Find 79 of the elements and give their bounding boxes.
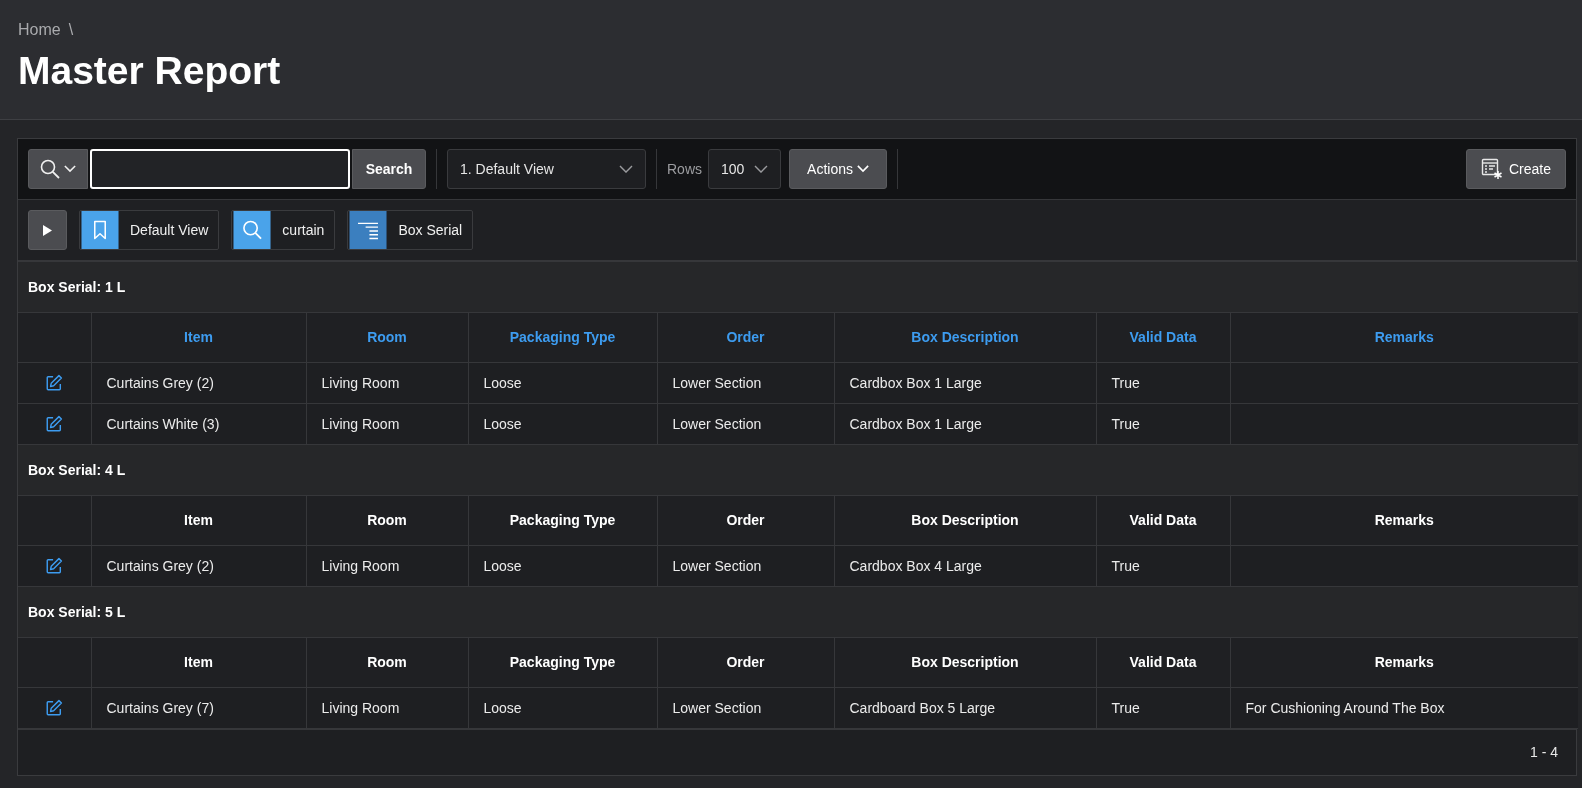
table-cell: Cardbox Box 1 Large bbox=[834, 403, 1096, 445]
actions-button[interactable]: Actions bbox=[789, 149, 887, 189]
edit-icon[interactable] bbox=[45, 415, 64, 433]
filter-chip[interactable]: Box Serial bbox=[347, 210, 474, 250]
group-header: Box Serial: 1 L bbox=[18, 261, 1578, 313]
table-cell: Loose bbox=[468, 687, 657, 729]
search-button[interactable]: Search bbox=[352, 149, 426, 189]
table-cell: Curtains Grey (2) bbox=[91, 362, 306, 404]
rows-label: Rows bbox=[667, 159, 702, 179]
table-cell: Lower Section bbox=[657, 403, 834, 445]
column-header: Order bbox=[657, 495, 834, 546]
table-cell: Living Room bbox=[306, 362, 468, 404]
search-menu-button[interactable] bbox=[28, 149, 88, 189]
column-header[interactable]: Room bbox=[306, 312, 468, 363]
chevron-down-icon bbox=[754, 164, 768, 174]
table-cell: True bbox=[1096, 687, 1230, 729]
search-icon bbox=[232, 211, 273, 249]
page-title: Master Report bbox=[18, 48, 282, 94]
column-header: Valid Data bbox=[1096, 637, 1230, 688]
column-header[interactable]: Order bbox=[657, 312, 834, 363]
table-cell: Loose bbox=[468, 545, 657, 587]
column-header: Remarks bbox=[1230, 495, 1578, 546]
column-header: Box Description bbox=[834, 495, 1096, 546]
chevron-down-icon bbox=[619, 164, 633, 174]
filter-chip[interactable]: curtain bbox=[231, 210, 336, 250]
view-select[interactable]: 1. Default View bbox=[447, 149, 646, 189]
breadcrumb-separator: \ bbox=[68, 20, 74, 40]
search-field[interactable] bbox=[90, 149, 350, 189]
table-cell: Living Room bbox=[306, 545, 468, 587]
table-cell: Cardbox Box 4 Large bbox=[834, 545, 1096, 587]
column-header: Room bbox=[306, 495, 468, 546]
column-header[interactable]: Remarks bbox=[1230, 312, 1578, 363]
table-cell: Curtains White (3) bbox=[91, 403, 306, 445]
table-cell: Lower Section bbox=[657, 362, 834, 404]
column-header: Item bbox=[91, 495, 306, 546]
column-header[interactable]: Valid Data bbox=[1096, 312, 1230, 363]
breadcrumb-link[interactable]: Home bbox=[18, 20, 61, 40]
column-header[interactable]: Item bbox=[91, 312, 306, 363]
column-header: Room bbox=[306, 637, 468, 688]
table-cell: Lower Section bbox=[657, 545, 834, 587]
table-cell: Curtains Grey (2) bbox=[91, 545, 306, 587]
column-header: Packaging Type bbox=[468, 495, 657, 546]
column-header: Item bbox=[91, 637, 306, 688]
edit-icon[interactable] bbox=[45, 374, 64, 392]
table-cell: For Cushioning Around The Box bbox=[1230, 687, 1578, 729]
chevron-down-icon bbox=[856, 165, 869, 173]
table-cell: True bbox=[1096, 545, 1230, 587]
chevron-down-icon bbox=[64, 165, 76, 173]
table-cell: Cardboard Box 5 Large bbox=[834, 687, 1096, 729]
table-cell: Lower Section bbox=[657, 687, 834, 729]
table-cell: Living Room bbox=[306, 687, 468, 729]
column-header[interactable]: Packaging Type bbox=[468, 312, 657, 363]
edit-icon[interactable] bbox=[45, 699, 64, 717]
column-header: Valid Data bbox=[1096, 495, 1230, 546]
pagination-text: 1 - 4 bbox=[1530, 743, 1558, 762]
group-header: Box Serial: 5 L bbox=[18, 586, 1578, 638]
search-icon bbox=[40, 159, 60, 179]
table-cell: True bbox=[1096, 362, 1230, 404]
filter-chip[interactable]: Default View bbox=[79, 210, 220, 250]
rows-select[interactable]: 100 bbox=[708, 149, 781, 189]
play-icon bbox=[43, 224, 52, 236]
column-header[interactable]: Box Description bbox=[834, 312, 1096, 363]
table-cell: Living Room bbox=[306, 403, 468, 445]
column-header: Packaging Type bbox=[468, 637, 657, 688]
group-header: Box Serial: 4 L bbox=[18, 444, 1578, 496]
table-cell: Curtains Grey (7) bbox=[91, 687, 306, 729]
table-cell: Loose bbox=[468, 362, 657, 404]
column-header: Remarks bbox=[1230, 637, 1578, 688]
column-header: Order bbox=[657, 637, 834, 688]
table-cell: Loose bbox=[468, 403, 657, 445]
edit-icon[interactable] bbox=[45, 557, 64, 575]
bookmark-icon bbox=[80, 211, 120, 249]
list-lines-icon bbox=[348, 211, 389, 249]
form-icon bbox=[1481, 158, 1503, 180]
column-header: Box Description bbox=[834, 637, 1096, 688]
table-cell: Cardbox Box 1 Large bbox=[834, 362, 1096, 404]
create-button[interactable]: Create bbox=[1466, 149, 1566, 189]
table-cell: True bbox=[1096, 403, 1230, 445]
play-button[interactable] bbox=[28, 210, 67, 250]
